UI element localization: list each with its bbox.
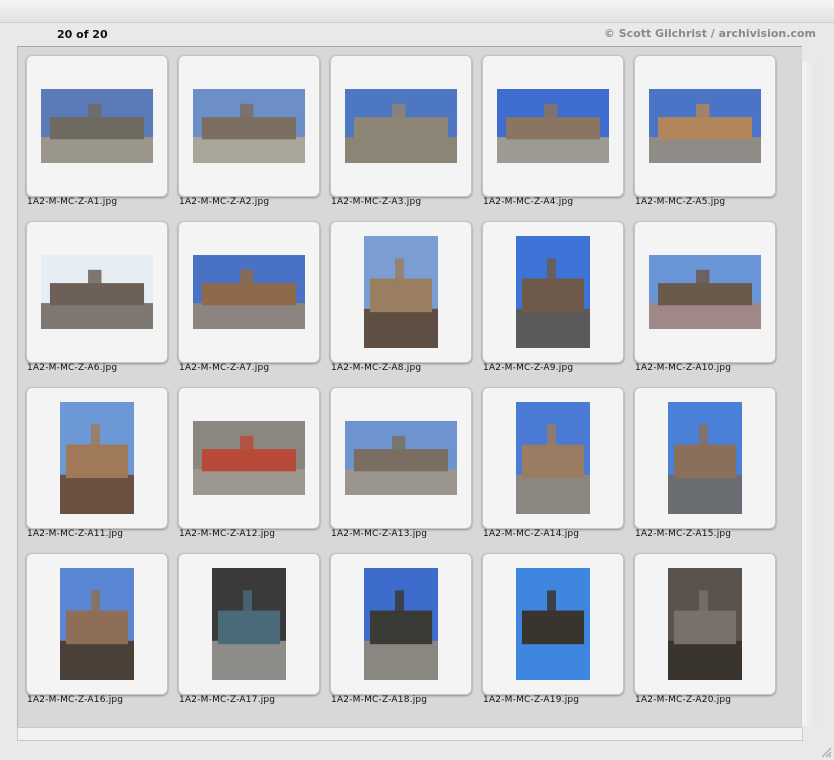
photo-preview [364,236,438,348]
photo-preview [345,89,457,163]
photo-preview [41,255,153,329]
slide-thumbnail[interactable] [634,387,776,529]
slide-filename: 1A2-M-MC-Z-A13.jpg [331,529,428,539]
photo-preview [193,89,305,163]
slide-thumbnail[interactable] [634,221,776,363]
slide-filename: 1A2-M-MC-Z-A7.jpg [179,363,270,373]
photo-preview [41,89,153,163]
photo-preview [668,402,742,514]
photo-preview [668,568,742,680]
slide-filename: 1A2-M-MC-Z-A14.jpg [483,529,580,539]
slide-filename: 1A2-M-MC-Z-A6.jpg [27,363,118,373]
slide-filename: 1A2-M-MC-Z-A3.jpg [331,197,422,207]
slide-thumbnail[interactable] [330,55,472,197]
slide-thumbnail[interactable] [26,55,168,197]
window-top-bar [0,0,834,23]
slide-thumbnail[interactable] [178,553,320,695]
slide-filename: 1A2-M-MC-Z-A15.jpg [635,529,732,539]
photo-preview [212,568,286,680]
resize-grip-icon[interactable] [820,746,832,758]
photo-preview [649,255,761,329]
thumbnail-panel: 1A2-M-MC-Z-A1.jpg 1A2-M-MC-Z-A2.jpg 1A2-M-… [17,46,802,727]
photo-preview [516,568,590,680]
copyright-notice: © Scott Gilchrist / archivision.com [603,27,816,40]
slide-filename: 1A2-M-MC-Z-A8.jpg [331,363,422,373]
slide-thumbnail[interactable] [178,387,320,529]
slide-thumbnail[interactable] [26,221,168,363]
slide-filename: 1A2-M-MC-Z-A12.jpg [179,529,276,539]
slide-thumbnail[interactable] [482,55,624,197]
gallery-header: 20 of 20 © Scott Gilchrist / archivision… [18,24,818,46]
vertical-scrollbar[interactable] [801,62,817,726]
photo-preview [516,236,590,348]
slide-thumbnail[interactable] [634,553,776,695]
photo-preview [193,255,305,329]
slide-thumbnail[interactable] [634,55,776,197]
slide-filename: 1A2-M-MC-Z-A16.jpg [27,695,124,705]
slide-filename: 1A2-M-MC-Z-A20.jpg [635,695,732,705]
slide-filename: 1A2-M-MC-Z-A17.jpg [179,695,276,705]
slide-filename: 1A2-M-MC-Z-A9.jpg [483,363,574,373]
slide-thumbnail[interactable] [178,55,320,197]
slide-thumbnail[interactable] [482,221,624,363]
slide-filename: 1A2-M-MC-Z-A1.jpg [27,197,118,207]
image-count: 20 of 20 [57,28,108,41]
photo-preview [345,421,457,495]
slide-thumbnail[interactable] [330,553,472,695]
slide-filename: 1A2-M-MC-Z-A11.jpg [27,529,124,539]
photo-preview [60,402,134,514]
slide-filename: 1A2-M-MC-Z-A18.jpg [331,695,428,705]
photo-preview [60,568,134,680]
slide-thumbnail[interactable] [482,553,624,695]
slide-thumbnail[interactable] [330,221,472,363]
photo-preview [193,421,305,495]
photo-preview [516,402,590,514]
slide-thumbnail[interactable] [330,387,472,529]
slide-filename: 1A2-M-MC-Z-A2.jpg [179,197,270,207]
horizontal-scrollbar[interactable] [17,727,803,741]
slide-thumbnail[interactable] [482,387,624,529]
slide-filename: 1A2-M-MC-Z-A19.jpg [483,695,580,705]
slide-thumbnail[interactable] [26,387,168,529]
photo-preview [364,568,438,680]
slide-thumbnail[interactable] [178,221,320,363]
slide-thumbnail[interactable] [26,553,168,695]
slide-filename: 1A2-M-MC-Z-A4.jpg [483,197,574,207]
photo-preview [649,89,761,163]
slide-filename: 1A2-M-MC-Z-A10.jpg [635,363,732,373]
slide-filename: 1A2-M-MC-Z-A5.jpg [635,197,726,207]
photo-preview [497,89,609,163]
